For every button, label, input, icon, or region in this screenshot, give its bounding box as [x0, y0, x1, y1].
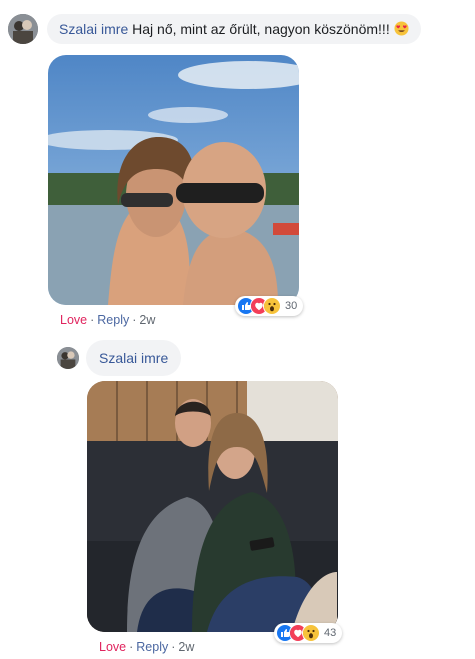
- reaction-count: 43: [324, 627, 337, 639]
- reply-link[interactable]: Reply: [97, 313, 129, 327]
- avatar[interactable]: [8, 14, 38, 44]
- comment-text: Haj nő, mint az őrült, nagyon köszönöm!!…: [132, 21, 390, 37]
- comment-author-link[interactable]: Szalai imre: [59, 21, 128, 37]
- timestamp[interactable]: 2w: [139, 313, 155, 327]
- separator-dot: ·: [171, 640, 176, 654]
- reaction-summary[interactable]: 30: [235, 296, 304, 316]
- reaction-summary[interactable]: 43: [274, 623, 343, 643]
- cutoff-text-fragment: [96, 0, 126, 2]
- separator-dot: ·: [132, 313, 137, 327]
- separator-dot: ·: [90, 313, 95, 327]
- avatar[interactable]: [57, 347, 79, 369]
- heart-eyes-emoji-icon: [394, 21, 409, 36]
- wow-reaction-icon: [263, 297, 281, 315]
- wow-reaction-icon: [302, 624, 320, 642]
- love-link[interactable]: Love: [60, 313, 87, 327]
- reply-link[interactable]: Reply: [136, 640, 168, 654]
- comment-photo[interactable]: [48, 55, 299, 305]
- comment-author-link[interactable]: Szalai imre: [99, 350, 168, 366]
- comment-bubble: Szalai imre Haj nő, mint az őrült, nagyo…: [47, 14, 421, 44]
- comment-actions: Love · Reply · 2w: [60, 313, 155, 327]
- comment-bubble: Szalai imre: [86, 340, 182, 376]
- comment-actions: Love · Reply · 2w: [99, 640, 194, 654]
- reaction-count: 30: [285, 300, 298, 312]
- comment-photo[interactable]: [87, 381, 338, 632]
- separator-dot: ·: [129, 640, 134, 654]
- love-link[interactable]: Love: [99, 640, 126, 654]
- timestamp[interactable]: 2w: [178, 640, 194, 654]
